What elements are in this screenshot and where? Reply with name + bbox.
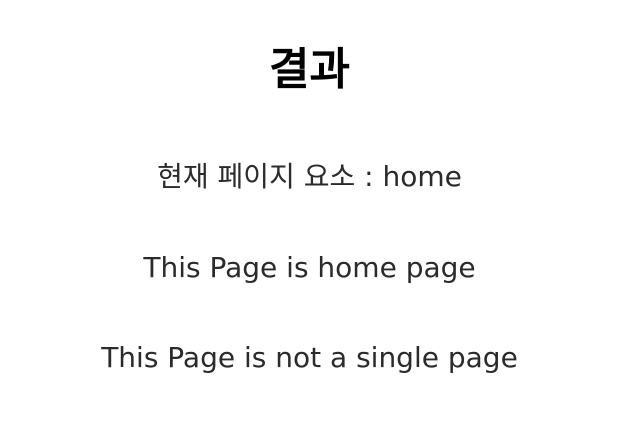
page-title: 결과 [269,44,350,95]
home-status-text: This Page is home page [143,251,476,284]
single-status-text: This Page is not a single page [101,341,518,374]
result-page: 결과 현재 페이지 요소 : home This Page is home pa… [0,0,619,427]
current-element-text: 현재 페이지 요소 : home [157,160,462,193]
